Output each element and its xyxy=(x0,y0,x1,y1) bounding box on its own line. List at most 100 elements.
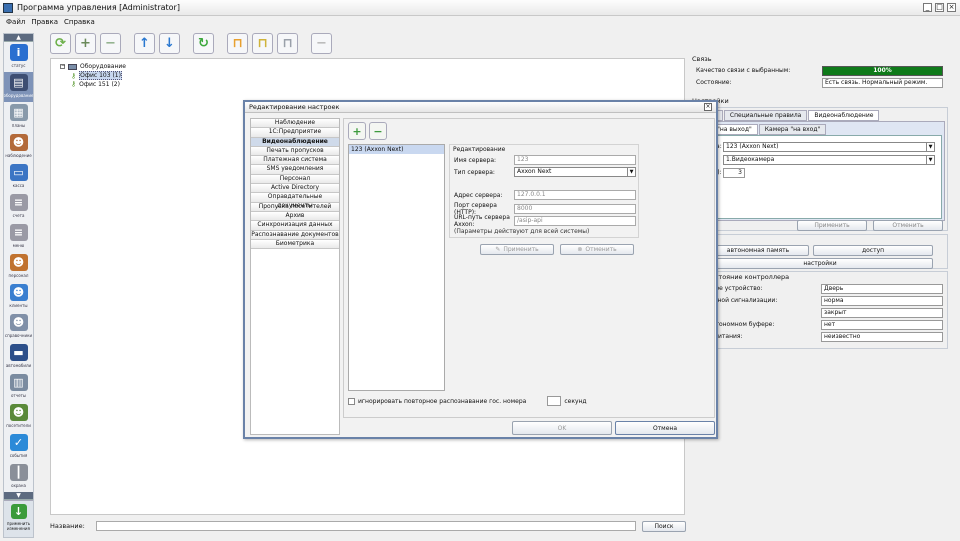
lock-button[interactable]: ⊓ xyxy=(252,32,273,54)
key-lock-button[interactable]: ⊓ xyxy=(277,32,298,54)
sidebar-item-label: автомобили xyxy=(5,363,32,368)
download-icon: ↓ xyxy=(10,504,27,519)
sidebar-item-info[interactable]: i статус xyxy=(4,42,33,72)
sidebar-item-security[interactable]: ┃ охрана xyxy=(4,462,33,492)
category-item[interactable]: Наблюдение xyxy=(251,119,339,129)
sidebar-item-person[interactable]: ☻ наблюдение xyxy=(4,132,33,162)
dialog-cancel-button[interactable]: Отмена xyxy=(615,421,715,435)
sidebar-item-label: статус xyxy=(11,63,26,68)
sidebar-item-invoices[interactable]: ≡ счета xyxy=(4,192,33,222)
collapse-icon[interactable]: − xyxy=(60,64,65,69)
category-item[interactable]: Синхронизация данных xyxy=(251,221,339,231)
refresh-tree-button[interactable]: ⟳ xyxy=(50,32,71,54)
sidebar-item-car[interactable]: ▬ автомобили xyxy=(4,342,33,372)
category-item[interactable]: Пропуска посетителей xyxy=(251,202,339,212)
tree-root[interactable]: − Оборудование xyxy=(60,63,126,70)
settings-title: Настройки xyxy=(692,97,948,105)
remove-server-button[interactable]: − xyxy=(369,122,387,140)
dialog-close-button[interactable]: × xyxy=(704,103,712,111)
info-icon: i xyxy=(9,44,28,61)
tab-special-rules[interactable]: Специальные правила xyxy=(723,110,808,121)
sidebar-item-menu[interactable]: ≡ меню xyxy=(4,222,33,252)
name-search-input[interactable] xyxy=(96,521,636,531)
sidebar-item-plans[interactable]: ▦ планы xyxy=(4,102,33,132)
sidebar-item-label: наблюдение xyxy=(5,153,32,158)
autonomous-memory-button[interactable]: автономная память xyxy=(707,245,809,256)
settings-cancel-button[interactable]: Отменить xyxy=(873,220,943,231)
controller-settings-button[interactable]: настройки xyxy=(707,258,933,269)
tree-item-office-151[interactable]: ⚷ Офис 151 (2) xyxy=(71,80,120,88)
camera-select[interactable]: 1.Видеокамера ▼ xyxy=(723,154,935,165)
controller-state-title: ие состояние контроллера xyxy=(697,273,790,281)
menu-help[interactable]: Справка xyxy=(64,18,95,26)
sidebar-item-directory[interactable]: ☻ справочники xyxy=(4,312,33,342)
server-name-input[interactable]: 123 xyxy=(514,155,636,165)
sidebar-item-clients[interactable]: ☻ клиенты xyxy=(4,282,33,312)
sidebar-item-label: персонал xyxy=(8,273,29,278)
dialog-ok-button[interactable]: OK xyxy=(512,421,612,435)
menu-edit[interactable]: Правка xyxy=(31,18,58,26)
menu-file[interactable]: Файл xyxy=(6,18,25,26)
category-item[interactable]: Распознавание документов xyxy=(251,230,339,240)
stop-button[interactable]: − xyxy=(311,32,332,54)
category-item[interactable]: Биометрика xyxy=(251,239,339,250)
invoices-icon: ≡ xyxy=(9,194,28,211)
search-bar: Название: Поиск xyxy=(50,519,687,533)
server-type-value: Axxon Next xyxy=(517,168,552,175)
server-url-input[interactable]: /asip-api xyxy=(514,216,636,226)
ignore-repeat-label: игнорировать повторное распознавание гос… xyxy=(358,397,527,405)
key-icon: ⚷ xyxy=(71,71,77,80)
network-icon xyxy=(68,63,77,70)
sidebar-item-hardware[interactable]: ▤ оборудование xyxy=(4,72,33,102)
category-item[interactable]: Видеонаблюдение xyxy=(251,137,339,147)
remove-device-button[interactable]: − xyxy=(100,32,121,54)
category-item[interactable]: Печать пропусков xyxy=(251,146,339,157)
apply-changes-button[interactable]: ↓ применить изменения xyxy=(4,500,33,537)
arrow-down-button[interactable]: ↓ xyxy=(159,32,180,54)
server-address-input[interactable]: 127.0.0.1 xyxy=(514,190,636,200)
dialog-cancel-edit-button[interactable]: ⊗ Отменить xyxy=(560,244,634,255)
system-select[interactable]: 123 (Axxon Next) ▼ xyxy=(723,141,935,152)
category-item[interactable]: Архив xyxy=(251,211,339,222)
tab-video[interactable]: Видеонаблюдение xyxy=(808,110,880,121)
server-address-label: Адрес сервера: xyxy=(454,191,503,199)
server-type-label: Тип сервера: xyxy=(454,168,495,176)
sidebar-item-label: клиенты xyxy=(9,303,28,308)
category-item[interactable]: Active Directory xyxy=(251,184,339,194)
add-server-button[interactable]: + xyxy=(348,122,366,140)
server-list-item[interactable]: 123 (Axxon Next) xyxy=(349,145,444,154)
sidebar-scroll-up[interactable]: ▲ xyxy=(4,34,33,42)
settings-apply-button[interactable]: Применить xyxy=(797,220,867,231)
arrow-up-button[interactable]: ↑ xyxy=(134,32,155,54)
open-lock-button[interactable]: ⊓ xyxy=(227,32,248,54)
key-icon: ⚷ xyxy=(71,80,77,88)
ignore-repeat-checkbox[interactable] xyxy=(348,397,355,405)
sidebar-item-visitors[interactable]: ☻ посетители xyxy=(4,402,33,432)
category-item[interactable]: Оправдательные документы xyxy=(251,193,339,209)
sidebar-item-reports[interactable]: ▥ отчеты xyxy=(4,372,33,402)
dialog-apply-button[interactable]: ✎ Применить xyxy=(480,244,554,255)
category-item[interactable]: 1С:Предприятие xyxy=(251,128,339,138)
server-port-input[interactable]: 8000 xyxy=(514,204,636,214)
tab-camera-entry[interactable]: Камера "на вход" xyxy=(758,124,827,135)
ignore-seconds-input[interactable] xyxy=(547,396,562,406)
controller-state-value: норма xyxy=(821,295,943,306)
access-button[interactable]: доступ xyxy=(813,245,933,256)
category-item[interactable]: Платежная система xyxy=(251,156,339,166)
minimize-button[interactable]: _ xyxy=(923,3,932,12)
sidebar-item-staff[interactable]: ☻ персонал xyxy=(4,252,33,282)
category-item[interactable]: Персонал xyxy=(251,174,339,185)
sync-button[interactable]: ↻ xyxy=(193,32,214,54)
search-button[interactable]: Поиск xyxy=(642,520,686,532)
server-type-select[interactable]: Axxon Next ▼ xyxy=(514,167,636,177)
controller-state-value: Дверь xyxy=(821,283,943,294)
sidebar-item-cashier[interactable]: ▭ касса xyxy=(4,162,33,192)
maximize-button[interactable]: □ xyxy=(935,3,944,12)
category-item[interactable]: SMS уведомления xyxy=(251,165,339,175)
close-button[interactable]: × xyxy=(947,3,956,12)
tree-item-office-103[interactable]: ⚷ Офис 103 (1) xyxy=(71,71,122,80)
sidebar-scroll-down[interactable]: ▼ xyxy=(4,492,33,500)
status-delay-spinner[interactable]: 3 xyxy=(723,167,745,178)
sidebar-item-events[interactable]: ✓ события xyxy=(4,432,33,462)
add-device-button[interactable]: + xyxy=(75,32,96,54)
